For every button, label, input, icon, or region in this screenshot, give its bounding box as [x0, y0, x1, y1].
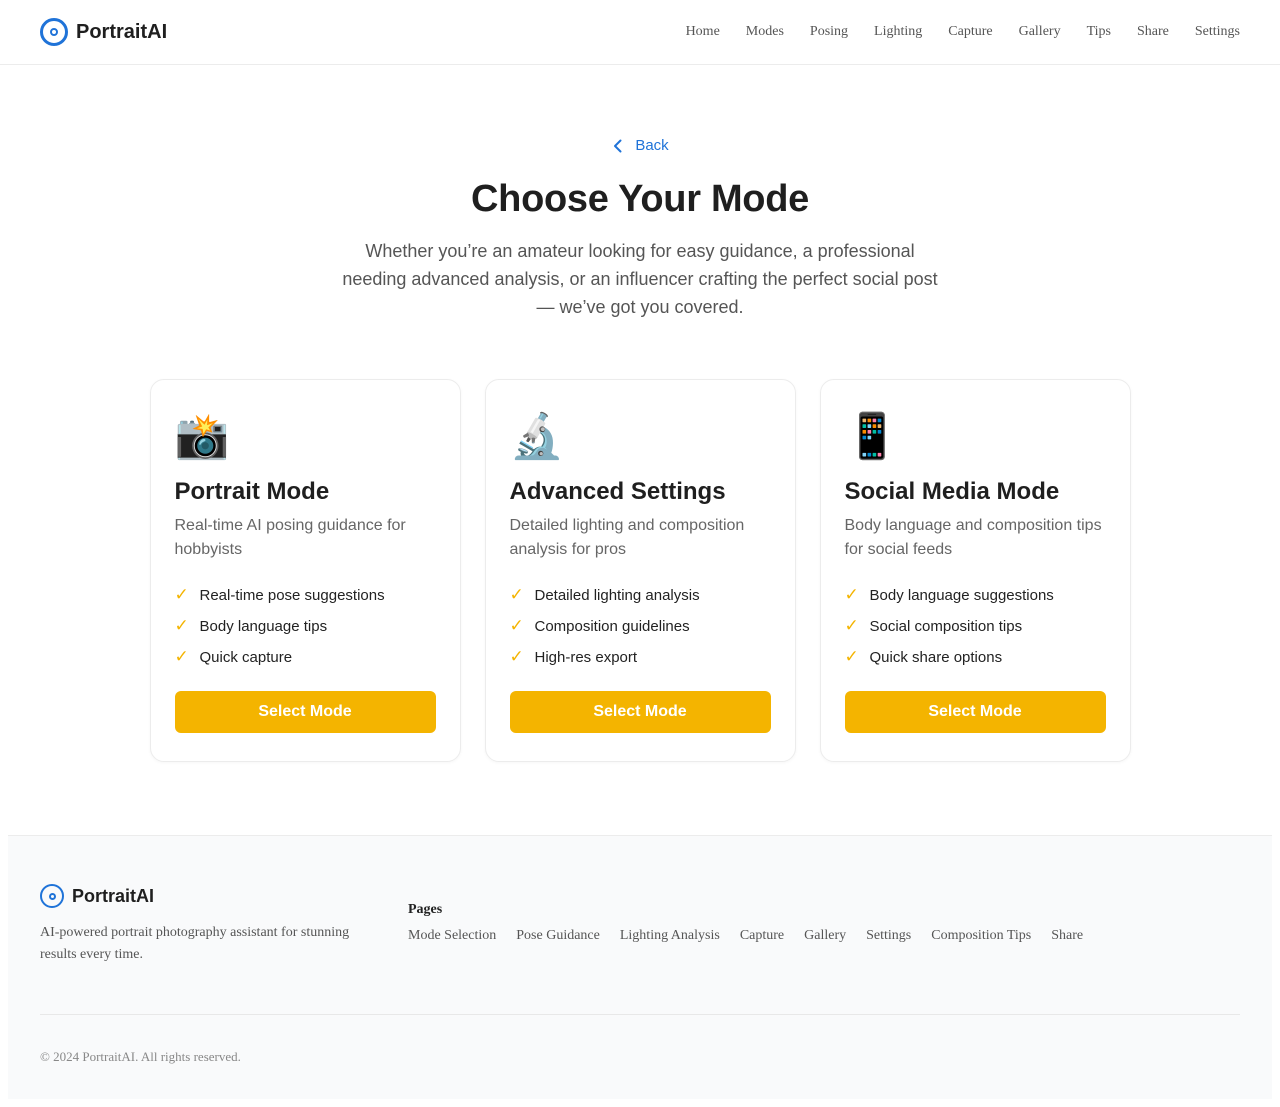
- card-title: Portrait Mode: [174, 477, 330, 505]
- feature-item: ✓ High-res export: [510, 642, 771, 673]
- feature-item: ✓ Quick share options: [845, 642, 1106, 673]
- back-link[interactable]: Back: [611, 137, 669, 154]
- feature-label: Composition guidelines: [534, 617, 690, 635]
- footer-pages: Pages Mode Selection Pose Guidance Light…: [408, 884, 1103, 966]
- feature-label: Body language tips: [199, 617, 328, 635]
- nav-share[interactable]: Share: [1137, 24, 1169, 40]
- check-icon: ✓: [509, 585, 524, 604]
- nav-modes[interactable]: Modes: [746, 24, 784, 40]
- brand-logo[interactable]: PortraitAI: [40, 18, 167, 46]
- feature-list: ✓ Real-time pose suggestions ✓ Body langua…: [175, 580, 436, 673]
- footer-top: PortraitAI AI-powered portrait photograp…: [40, 836, 1240, 966]
- card-title: Advanced Settings: [509, 477, 726, 505]
- footer-brand-column: PortraitAI AI-powered portrait photograp…: [40, 884, 408, 966]
- nav-posing[interactable]: Posing: [810, 24, 848, 40]
- nav-capture[interactable]: Capture: [948, 24, 992, 40]
- pages-links: Mode Selection Pose Guidance Lighting An…: [408, 928, 1103, 944]
- microscope-icon: 🔬: [509, 411, 565, 461]
- footer-link-capture[interactable]: Capture: [740, 928, 784, 944]
- check-icon: ✓: [509, 616, 524, 635]
- check-icon: ✓: [844, 585, 859, 604]
- footer-link-composition-tips[interactable]: Composition Tips: [931, 928, 1031, 944]
- feature-item: ✓ Real-time pose suggestions: [175, 580, 436, 611]
- check-icon: ✓: [174, 616, 189, 635]
- card-description: Real-time AI posing guidance for hobbyis…: [174, 516, 406, 558]
- page-subtitle: Whether you’re an amateur looking for ea…: [342, 240, 938, 317]
- feature-item: ✓ Body language tips: [175, 611, 436, 642]
- feature-item: ✓ Composition guidelines: [510, 611, 771, 642]
- footer-tagline: AI-powered portrait photography assistan…: [40, 925, 350, 962]
- select-social-mode-button[interactable]: Select Mode: [844, 690, 1106, 733]
- feature-item: ✓ Quick capture: [175, 642, 436, 673]
- footer-link-lighting-analysis[interactable]: Lighting Analysis: [620, 928, 720, 944]
- feature-list: ✓ Detailed lighting analysis ✓ Composition…: [510, 580, 771, 673]
- feature-label: Social composition tips: [869, 617, 1023, 635]
- feature-label: Body language suggestions: [869, 586, 1054, 604]
- feature-list: ✓ Body language suggestions ✓ Social compo…: [845, 580, 1106, 673]
- top-header: PortraitAI Home Modes Posing Lighting Ca…: [0, 0, 1280, 65]
- footer-link-pose-guidance[interactable]: Pose Guidance: [516, 928, 600, 944]
- feature-item: ✓ Social composition tips: [845, 611, 1106, 642]
- select-portrait-mode-button[interactable]: Select Mode: [174, 690, 436, 733]
- site-footer: PortraitAI AI-powered portrait photograp…: [8, 835, 1272, 1099]
- check-icon: ✓: [174, 585, 189, 604]
- feature-item: ✓ Body language suggestions: [845, 580, 1106, 611]
- target-icon: [40, 18, 68, 46]
- nav-settings[interactable]: Settings: [1195, 24, 1240, 40]
- select-advanced-mode-button[interactable]: Select Mode: [509, 690, 771, 733]
- check-icon: ✓: [844, 647, 859, 666]
- check-icon: ✓: [844, 616, 859, 635]
- footer-link-gallery[interactable]: Gallery: [804, 928, 846, 944]
- footer-link-settings[interactable]: Settings: [866, 928, 911, 944]
- chevron-left-icon: [614, 139, 622, 152]
- feature-label: Real-time pose suggestions: [199, 586, 385, 604]
- mode-cards: 📸 Portrait Mode Real-time AI posing guid…: [0, 378, 1280, 762]
- footer-brand[interactable]: PortraitAI: [40, 884, 408, 908]
- pages-heading: Pages: [408, 902, 443, 917]
- footer-link-mode-selection[interactable]: Mode Selection: [408, 928, 496, 944]
- nav-tips[interactable]: Tips: [1087, 24, 1111, 40]
- hero-section: Back Choose Your Mode Whether you’re an …: [0, 65, 1280, 321]
- nav-home[interactable]: Home: [686, 24, 720, 40]
- mode-card-social: 📱 Social Media Mode Body language and co…: [819, 378, 1131, 762]
- nav-lighting[interactable]: Lighting: [874, 24, 922, 40]
- camera-flash-icon: 📸: [174, 411, 230, 461]
- check-icon: ✓: [174, 647, 189, 666]
- feature-item: ✓ Detailed lighting analysis: [510, 580, 771, 611]
- mobile-phone-icon: 📱: [844, 411, 900, 461]
- back-label: Back: [635, 137, 669, 154]
- card-description: Detailed lighting and composition analys…: [509, 516, 745, 558]
- mode-card-advanced: 🔬 Advanced Settings Detailed lighting an…: [484, 378, 796, 762]
- copyright: © 2024 PortraitAI. All rights reserved.: [40, 1049, 241, 1064]
- brand-name: PortraitAI: [76, 20, 168, 43]
- feature-label: High-res export: [534, 648, 638, 666]
- card-title: Social Media Mode: [844, 477, 1060, 505]
- footer-brand-name: PortraitAI: [72, 885, 155, 906]
- main-nav: Home Modes Posing Lighting Capture Galle…: [660, 24, 1240, 40]
- feature-label: Quick share options: [869, 648, 1003, 666]
- feature-label: Detailed lighting analysis: [534, 586, 700, 604]
- card-description: Body language and composition tips for s…: [844, 516, 1102, 558]
- target-icon: [40, 884, 64, 908]
- check-icon: ✓: [509, 647, 524, 666]
- nav-gallery[interactable]: Gallery: [1019, 24, 1061, 40]
- page-title: Choose Your Mode: [471, 177, 809, 220]
- feature-label: Quick capture: [199, 648, 293, 666]
- mode-card-portrait: 📸 Portrait Mode Real-time AI posing guid…: [149, 378, 461, 762]
- footer-divider: [40, 1014, 1240, 1015]
- footer-link-share[interactable]: Share: [1051, 928, 1083, 944]
